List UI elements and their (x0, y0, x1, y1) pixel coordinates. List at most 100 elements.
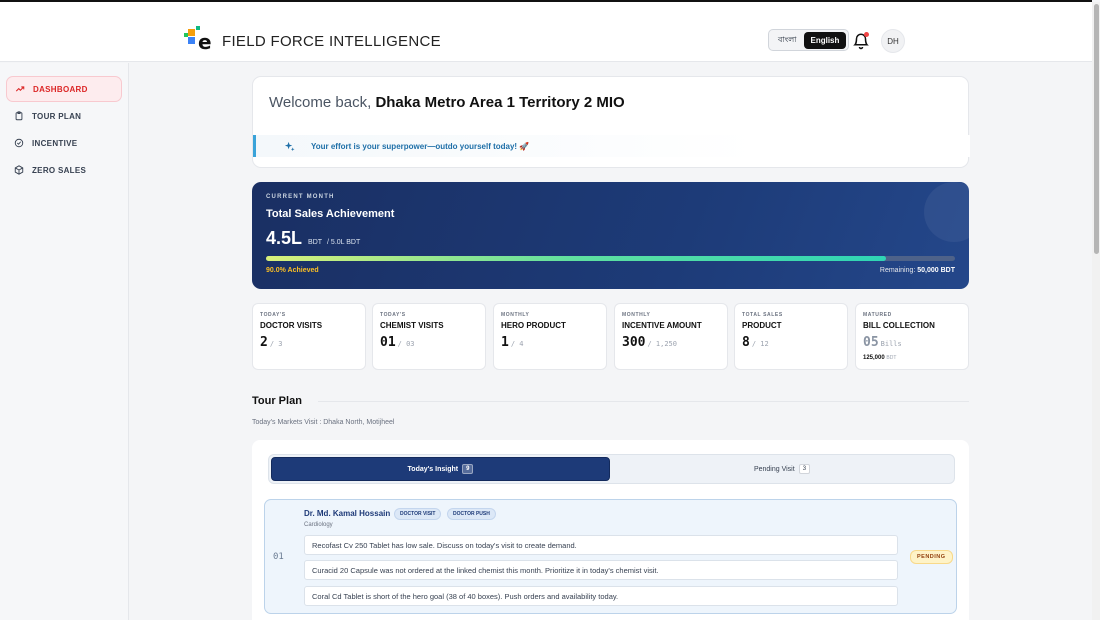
decorative-circle (924, 182, 969, 242)
stat-card-doctor-visits[interactable]: TODAY'S DOCTOR VISITS 2/ 3 (252, 303, 366, 370)
stat-card-chemist-visits[interactable]: TODAY'S CHEMIST VISITS 01/ 03 (372, 303, 486, 370)
lang-english-button[interactable]: English (803, 31, 847, 49)
stat-value: 8 (742, 335, 750, 350)
sidebar-item-tour-plan[interactable]: TOUR PLAN (6, 103, 122, 129)
stat-period: TODAY'S (260, 312, 286, 318)
stat-card-incentive-amount[interactable]: MONTHLY INCENTIVE AMOUNT 300/ 1,250 (614, 303, 728, 370)
stat-card-product[interactable]: TOTAL SALES PRODUCT 8/ 12 (734, 303, 848, 370)
stat-amount-unit: BDT (886, 355, 897, 361)
sparkle-icon (284, 141, 295, 151)
stat-target: / 3 (269, 340, 283, 348)
sidebar-item-label: TOUR PLAN (32, 111, 82, 121)
sidebar-item-label: INCENTIVE (32, 138, 78, 148)
insight-item: Coral Cd Tablet is short of the hero goa… (304, 586, 898, 606)
stat-period: MONTHLY (622, 312, 651, 318)
clipboard-icon (15, 111, 23, 121)
insight-item: Recofast Cv 250 Tablet has low sale. Dis… (304, 535, 898, 555)
stat-amount: 125,000 BDT (863, 355, 896, 361)
stat-value: 05 (863, 335, 879, 350)
stat-card-hero-product[interactable]: MONTHLY HERO PRODUCT 1/ 4 (493, 303, 607, 370)
stat-value-row: 300/ 1,250 (622, 335, 677, 350)
app-header: e FIELD FORCE INTELLIGENCE বাংলা English… (0, 0, 1092, 62)
stat-period: MATURED (863, 312, 892, 318)
visit-number: 01 (273, 552, 284, 562)
sales-title: Total Sales Achievement (266, 208, 395, 220)
stat-title: INCENTIVE AMOUNT (622, 321, 702, 330)
sidebar-item-zero-sales[interactable]: ZERO SALES (6, 157, 122, 183)
stat-value: 1 (501, 335, 509, 350)
welcome-card: Welcome back, Dhaka Metro Area 1 Territo… (252, 76, 970, 168)
trend-up-icon (15, 86, 25, 92)
tab-todays-insight[interactable]: Today's Insight 9 (271, 457, 610, 481)
tag-doctor-push: DOCTOR PUSH (447, 508, 496, 520)
section-divider (318, 401, 969, 402)
sales-progress-bar (266, 256, 955, 261)
tour-plan-panel: Today's Insight 9 Pending Visit 3 01 Dr.… (252, 440, 969, 620)
language-toggle[interactable]: বাংলা English (768, 29, 850, 51)
box-icon (14, 165, 24, 175)
tab-pending-visit[interactable]: Pending Visit 3 (612, 457, 952, 481)
stat-title: DOCTOR VISITS (260, 321, 323, 330)
remaining-value: 50,000 BDT (917, 267, 955, 274)
stat-target: Bills (880, 340, 902, 348)
stat-value-row: 01/ 03 (380, 335, 415, 350)
stat-value-row: 2/ 3 (260, 335, 282, 350)
doctor-specialty: Cardiology (304, 522, 333, 528)
tag-doctor-visit: DOCTOR VISIT (394, 508, 442, 520)
stat-title: BILL COLLECTION (863, 321, 935, 330)
insight-item: Curacid 20 Capsule was not ordered at th… (304, 560, 898, 580)
tab-count-badge: 9 (462, 464, 474, 474)
remaining-label: Remaining: (879, 267, 918, 274)
stat-period: TODAY'S (380, 312, 406, 318)
user-avatar[interactable]: DH (881, 29, 905, 53)
stat-value: 01 (380, 335, 396, 350)
sidebar: DASHBOARD TOUR PLAN INCENTIVE ZERO SALES (0, 63, 129, 620)
sales-value: 4.5L (266, 228, 303, 248)
stat-title: HERO PRODUCT (501, 321, 566, 330)
stat-target: / 03 (397, 340, 415, 348)
achieved-percent: 90.0% Achieved (266, 267, 319, 274)
stat-title: CHEMIST VISITS (380, 321, 444, 330)
stat-amount-value: 125,000 (863, 355, 885, 361)
tab-label: Pending Visit (753, 465, 795, 473)
markets-visit-text: Today's Markets Visit : Dhaka North, Mot… (252, 419, 395, 426)
sales-value-row: 4.5L BDT / 5.0L BDT (266, 228, 360, 249)
stat-value: 300 (622, 335, 646, 350)
welcome-heading: Welcome back, Dhaka Metro Area 1 Territo… (269, 94, 625, 111)
territory-name: Dhaka Metro Area 1 Territory 2 MIO (375, 94, 625, 111)
check-circle-icon (14, 138, 24, 148)
lang-bangla-button[interactable]: বাংলা (771, 30, 804, 51)
stat-target: / 12 (751, 340, 769, 348)
sidebar-item-incentive[interactable]: INCENTIVE (6, 130, 122, 156)
stat-target: / 1,250 (647, 340, 677, 348)
stat-value-row: 05 Bills (863, 335, 902, 350)
stat-period: MONTHLY (501, 312, 530, 318)
stat-value-row: 8/ 12 (742, 335, 769, 350)
status-badge: PENDING (910, 550, 953, 564)
doctor-name: Dr. Md. Kamal Hossain (304, 509, 391, 518)
tab-count-badge: 3 (798, 464, 811, 474)
tab-label: Today's Insight (407, 465, 459, 473)
stat-title: PRODUCT (742, 321, 782, 330)
scrollbar-thumb[interactable] (1094, 4, 1099, 254)
motivation-text: Your effort is your superpower—outdo you… (311, 141, 530, 151)
stat-card-bill-collection[interactable]: MATURED BILL COLLECTION 05 Bills 125,000 … (855, 303, 969, 370)
notification-dot (864, 32, 869, 37)
brand-logo-icon[interactable]: e (184, 26, 214, 52)
sales-target: / 5.0L BDT (327, 239, 361, 246)
sidebar-item-dashboard[interactable]: DASHBOARD (6, 76, 122, 102)
sidebar-item-label: DASHBOARD (33, 84, 88, 94)
remaining-amount: Remaining: 50,000 BDT (880, 267, 955, 274)
welcome-prefix: Welcome back, (269, 94, 376, 111)
sales-period-label: CURRENT MONTH (266, 194, 335, 200)
visit-card[interactable]: 01 Dr. Md. Kamal Hossain DOCTOR VISIT DO… (264, 499, 957, 614)
brand-name: FIELD FORCE INTELLIGENCE (222, 33, 441, 50)
stat-value-row: 1/ 4 (501, 335, 523, 350)
stat-value: 2 (260, 335, 268, 350)
tour-plan-title: Tour Plan (252, 395, 302, 407)
sales-unit: BDT (308, 239, 323, 246)
motivation-banner: Your effort is your superpower—outdo you… (253, 135, 970, 157)
sidebar-item-label: ZERO SALES (32, 165, 87, 175)
sales-achievement-card: CURRENT MONTH Total Sales Achievement 4.… (252, 182, 969, 289)
tour-plan-tabs: Today's Insight 9 Pending Visit 3 (268, 454, 955, 484)
